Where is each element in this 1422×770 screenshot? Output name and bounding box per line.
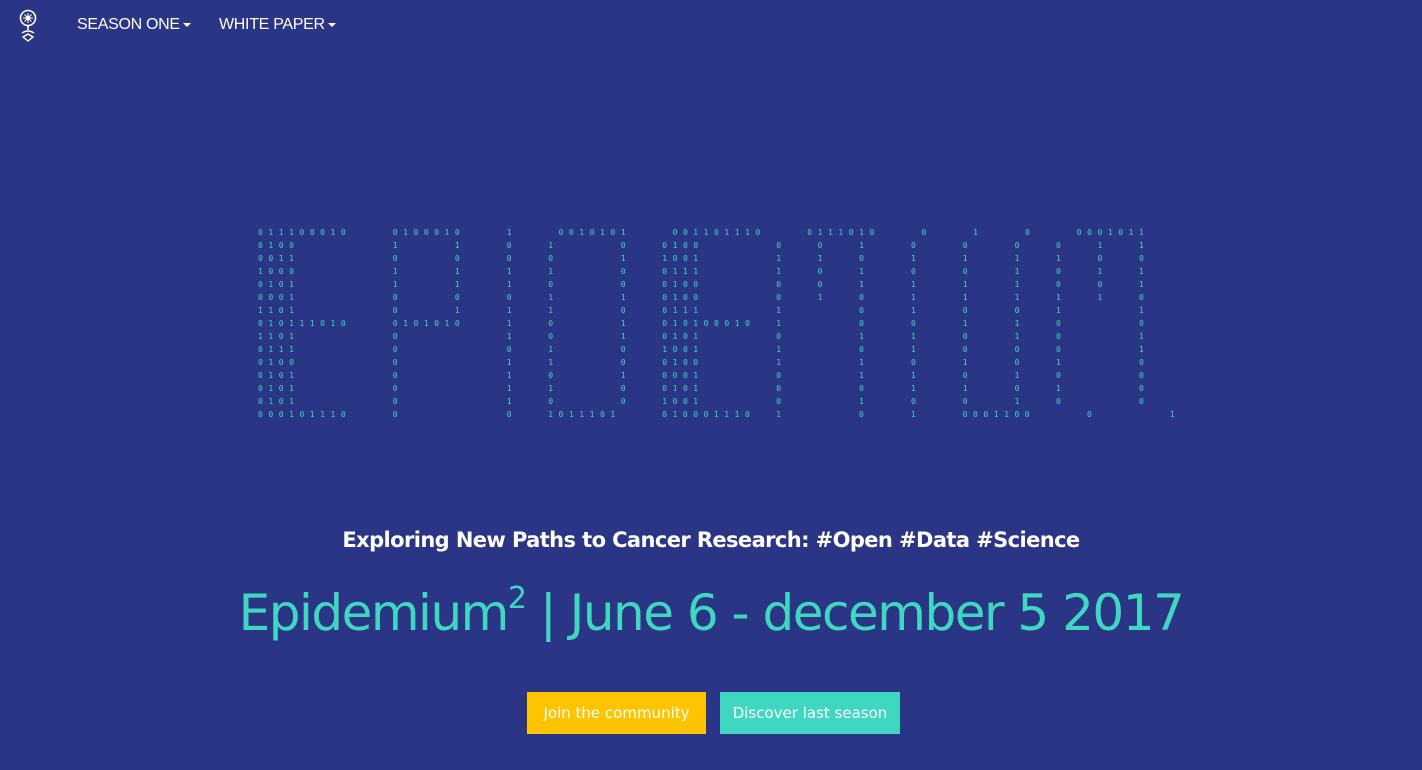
caret-down-icon	[182, 22, 191, 27]
binary-row: 0101 0 1 0 0 1001 0 1 0 0 1 0 0	[258, 397, 1144, 406]
binary-row: 1101 0 1 0 1 0101 0 1 1 0 1 0 1	[258, 332, 1144, 341]
binary-row: 0011 0 0 0 0 1 1001 1 1 0 1 1 1 1 0 0	[258, 254, 1144, 263]
binary-row: 011100010 0100010 1 0010101 001101110 01…	[258, 228, 1144, 237]
caret-down-icon	[327, 22, 336, 27]
navbar: SEASON ONE WHITE PAPER	[0, 0, 1422, 52]
binary-row: 0101 0 1 0 1 0001 0 1 1 0 1 0 0	[258, 371, 1144, 380]
nav-season-one-label: SEASON ONE	[77, 16, 180, 33]
epidemium-logo-icon[interactable]	[14, 8, 42, 44]
headline-main: Epidemium	[238, 584, 510, 642]
binary-row: 010111010 0101010 1 0 1 010100010 1 0 0 …	[258, 319, 1144, 328]
headline-sup: 2	[507, 581, 527, 616]
headline-rest: | June 6 - december 5 2017	[525, 584, 1185, 642]
hero-headline: Epidemium2 | June 6 - december 5 2017	[0, 581, 1422, 643]
hero-tagline: Exploring New Paths to Cancer Research: …	[342, 528, 1080, 552]
binary-row: 0100 0 1 1 0 0100 1 1 0 1 0 1 0	[258, 358, 1144, 367]
binary-row: 0101 1 1 1 0 0 0100 0 0 1 1 1 1 0 0 1	[258, 280, 1144, 289]
binary-row: 1000 1 1 1 1 0 0111 1 0 1 0 0 1 0 1 1	[258, 267, 1144, 276]
binary-row: 000101110 0 0 1011101 010001110 1 0 1 00…	[258, 410, 1175, 419]
nav-white-paper[interactable]: WHITE PAPER	[219, 16, 336, 34]
discover-last-season-button[interactable]: Discover last season	[720, 692, 900, 734]
binary-row: 0100 1 1 0 1 0 0100 0 0 1 0 0 0 0 1 1	[258, 241, 1144, 250]
binary-row: 0111 0 0 1 0 1001 1 0 1 0 0 0 1	[258, 345, 1144, 354]
nav-season-one[interactable]: SEASON ONE	[77, 16, 191, 34]
binary-row: 0101 0 1 1 0 0101 0 0 1 1 0 1 0	[258, 384, 1144, 393]
binary-row: 0001 0 0 0 1 1 0100 0 1 0 1 1 1 1 1 0	[258, 293, 1144, 302]
nav-white-paper-label: WHITE PAPER	[219, 16, 325, 33]
page: SEASON ONE WHITE PAPER 011100010 0100010…	[0, 0, 1422, 770]
binary-row: 1101 0 1 1 1 0 0111 1 0 1 0 0 1 1	[258, 306, 1144, 315]
join-community-button[interactable]: Join the community	[527, 692, 706, 734]
binary-epidemium-logo: 011100010 0100010 1 0010101 001101110 01…	[258, 228, 1175, 419]
